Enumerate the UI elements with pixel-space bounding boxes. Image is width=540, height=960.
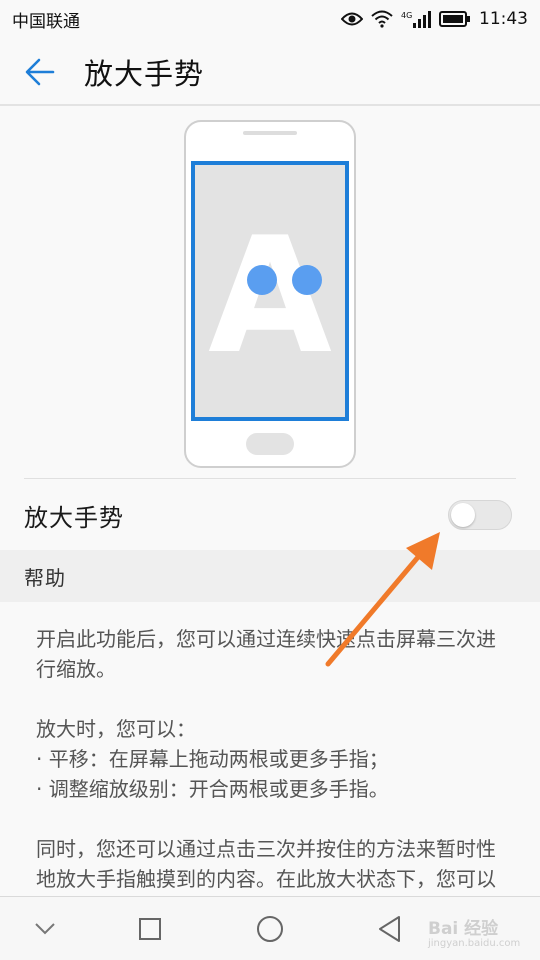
- page-title: 放大手势: [84, 57, 205, 91]
- row-divider: [24, 478, 516, 479]
- nav-home-button[interactable]: [225, 897, 315, 960]
- status-icons: 4G 11:43: [341, 9, 528, 29]
- action-bar: 放大手势: [0, 38, 540, 106]
- watermark-brand: Bai 经验: [428, 919, 499, 939]
- network-type-text: 4G: [401, 11, 412, 20]
- nav-collapse-button[interactable]: [0, 897, 90, 960]
- circle-home-icon: [257, 916, 283, 942]
- battery-icon: [439, 11, 471, 27]
- finger-dot-right: [292, 265, 322, 295]
- clock-time: 11:43: [479, 9, 528, 29]
- nav-recent-button[interactable]: [105, 897, 195, 960]
- help-title: 帮助: [24, 565, 66, 590]
- carrier-label: 中国联通: [12, 11, 80, 32]
- help-bullet: · 调整缩放级别：开合两根或更多手指。: [36, 777, 389, 801]
- annotation-arrow-icon: [320, 526, 450, 674]
- wifi-icon: [371, 10, 393, 28]
- magnification-switch[interactable]: [448, 500, 512, 530]
- finger-dot-left: [247, 265, 277, 295]
- switch-knob: [451, 503, 475, 527]
- help-paragraph: 同时，您还可以通过点击三次并按住的方法来暂时性地放大手指触摸到的内容。在此放大状…: [36, 837, 496, 891]
- magnified-letter: A: [208, 202, 332, 389]
- square-recent-icon: [139, 918, 161, 940]
- toggle-label: 放大手势: [24, 503, 124, 532]
- triangle-back-icon: [379, 916, 400, 942]
- help-bullet: · 平移：在屏幕上拖动两根或更多手指；: [36, 747, 389, 771]
- magnification-gestures-screen: 中国联通 4G 11:43 放大手势 A 放大手势 帮助 开启此功能后，您可以通…: [0, 0, 540, 960]
- watermark-url: jingyan.baidu.com: [428, 938, 521, 949]
- header-divider: [0, 104, 540, 106]
- help-paragraph: 放大时，您可以：: [36, 717, 196, 741]
- arrow-left-icon: [25, 58, 55, 86]
- baidu-jingyan-watermark: Bai 经验 jingyan.baidu.com: [412, 906, 538, 958]
- eye-icon: [341, 11, 363, 27]
- help-section-header: 帮助: [0, 550, 540, 602]
- back-button[interactable]: [0, 38, 80, 106]
- status-bar: 中国联通 4G 11:43: [0, 0, 540, 38]
- magnification-toggle-row[interactable]: 放大手势: [0, 480, 540, 550]
- gesture-illustration: A: [183, 119, 357, 475]
- chevron-down-icon: [35, 923, 55, 935]
- signal-icon: 4G: [401, 10, 431, 28]
